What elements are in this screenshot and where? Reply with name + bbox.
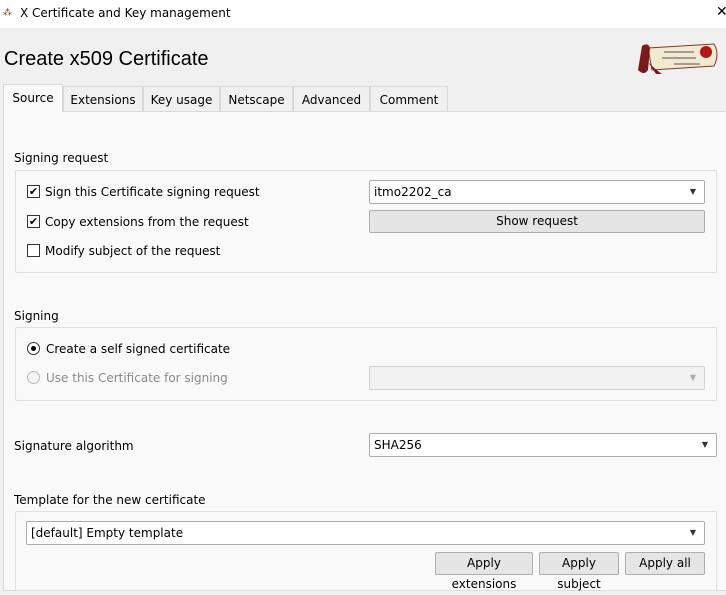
chevron-down-icon: ▼ (689, 528, 696, 537)
signing-cert-select[interactable]: ▼ (369, 366, 705, 390)
tab-advanced[interactable]: Advanced (293, 86, 370, 111)
template-heading: Template for the new certificate (14, 493, 206, 507)
request-select[interactable]: itmo2202_ca ▼ (369, 180, 705, 204)
chevron-down-icon: ▼ (689, 373, 696, 382)
app-icon: ⁂ (3, 8, 12, 18)
tab-key-usage[interactable]: Key usage (143, 86, 220, 111)
scroll-logo-icon (638, 43, 718, 74)
modify-subject-label: Modify subject of the request (45, 244, 221, 258)
show-request-button[interactable]: Show request (369, 210, 705, 233)
signature-algorithm-value: SHA256 (374, 438, 422, 452)
sign-csr-checkbox[interactable]: ✔ (27, 185, 40, 198)
window-title: X Certificate and Key management (20, 6, 231, 20)
apply-extensions-button[interactable]: Apply extensions (435, 552, 533, 591)
request-select-value: itmo2202_ca (374, 185, 452, 199)
tab-comment[interactable]: Comment (370, 86, 448, 111)
tab-extensions[interactable]: Extensions (63, 86, 143, 111)
self-signed-radio[interactable] (27, 342, 40, 355)
apply-all-button[interactable]: Apply all (625, 552, 705, 575)
template-select-value: [default] Empty template (31, 526, 184, 540)
chevron-down-icon: ▼ (689, 187, 696, 196)
use-cert-radio[interactable] (27, 371, 40, 384)
signing-heading: Signing (14, 309, 59, 323)
copy-extensions-label: Copy extensions from the request (45, 215, 249, 229)
title-bar: ⁂ X Certificate and Key management ✕ (0, 0, 726, 28)
signature-algorithm-label: Signature algorithm (14, 439, 134, 453)
template-select[interactable]: [default] Empty template ▼ (26, 521, 705, 545)
tab-netscape[interactable]: Netscape (220, 86, 293, 111)
page-title: Create x509 Certificate (4, 48, 209, 70)
chevron-down-icon: ▼ (701, 440, 708, 449)
use-cert-label: Use this Certificate for signing (46, 371, 228, 385)
tab-source[interactable]: Source (3, 84, 63, 112)
copy-extensions-checkbox[interactable]: ✔ (27, 215, 40, 228)
self-signed-label: Create a self signed certificate (46, 342, 231, 356)
modify-subject-checkbox[interactable] (27, 244, 40, 257)
sign-csr-label: Sign this Certificate signing request (45, 185, 260, 199)
signing-request-heading: Signing request (14, 151, 109, 165)
apply-subject-button[interactable]: Apply subject (539, 552, 619, 591)
signature-algorithm-select[interactable]: SHA256 ▼ (369, 433, 717, 457)
close-icon[interactable]: ✕ (716, 4, 726, 20)
